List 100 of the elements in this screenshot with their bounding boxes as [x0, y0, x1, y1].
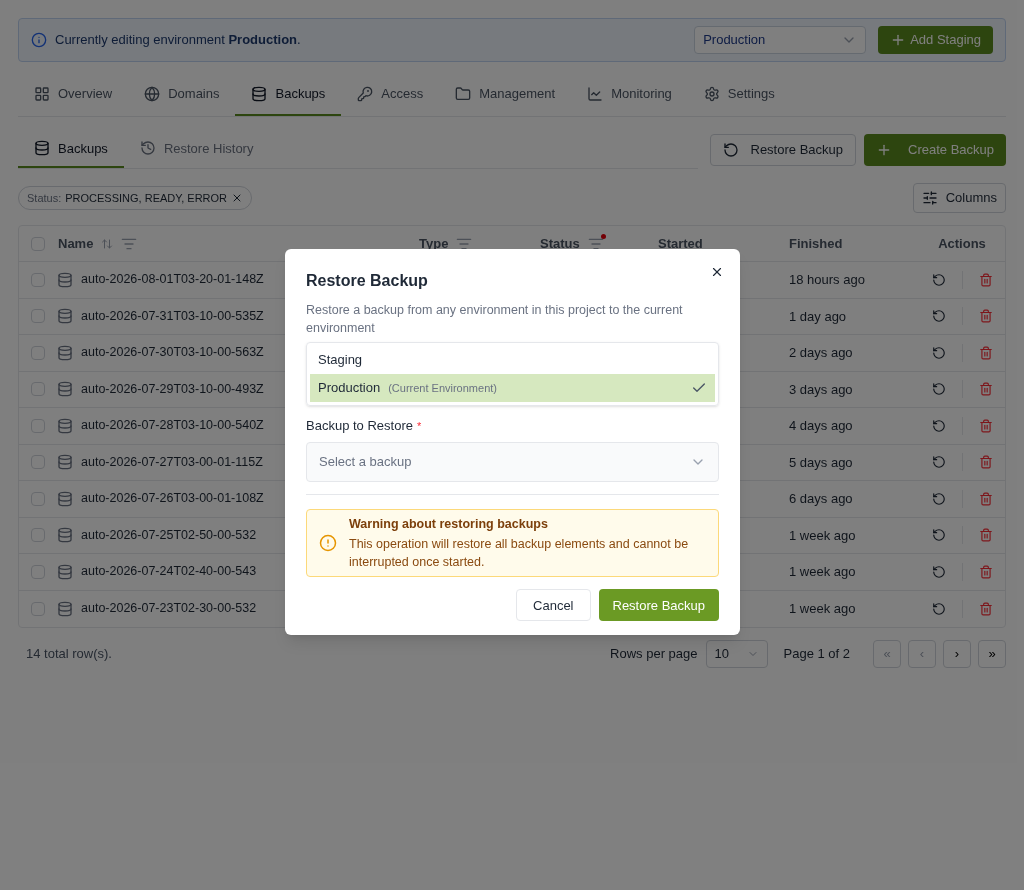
restore-icon: [722, 141, 739, 158]
warning-text: This operation will restore all backup elements and cannot be interrupted once started.: [349, 536, 690, 572]
history-icon: [139, 140, 156, 157]
create-backup-button[interactable]: Create Backup: [864, 133, 1006, 166]
backup-name: auto-2026-07-26T03-00-01-108Z: [81, 490, 264, 508]
finished-time: 18 hours ago: [789, 271, 866, 289]
column-header: Name: [58, 234, 94, 253]
finished-time: 1 week ago: [789, 563, 857, 581]
add-staging-button[interactable]: Add Staging: [878, 26, 993, 54]
warning-title: Warning about restoring backups: [349, 515, 549, 533]
backup-name: auto-2026-07-27T03-00-01-115Z: [81, 453, 263, 471]
restore-icon[interactable]: [931, 382, 946, 397]
info-icon: [31, 32, 47, 48]
sub-tab[interactable]: Restore History: [123, 130, 270, 168]
restore-icon[interactable]: [931, 418, 946, 433]
dialog-title: Restore Backup: [306, 271, 429, 291]
option-note: (Current Environment): [388, 380, 497, 396]
restore-icon[interactable]: [931, 455, 946, 470]
restore-icon[interactable]: [931, 601, 946, 616]
backup-name: auto-2026-08-01T03-20-01-148Z: [81, 271, 264, 289]
restore-icon[interactable]: [931, 564, 946, 579]
nav-tab[interactable]: Backups: [235, 74, 342, 116]
trash-icon[interactable]: [978, 272, 993, 287]
trash-icon[interactable]: [978, 564, 993, 579]
environment-option[interactable]: Staging: [310, 346, 715, 374]
finished-time: 5 days ago: [789, 453, 854, 472]
column-header: Status: [540, 234, 580, 253]
backup-name: auto-2026-07-23T02-30-00-532: [81, 600, 257, 618]
key-icon: [357, 85, 374, 102]
columns-button[interactable]: Columns: [912, 183, 1006, 213]
rows-per-page-select[interactable]: 10: [705, 640, 768, 668]
restore-icon[interactable]: [931, 309, 946, 324]
finished-time: 1 day ago: [789, 307, 848, 326]
database-icon: [57, 344, 73, 361]
page-indicator: Page 1 of 2: [783, 645, 850, 664]
next-page-button[interactable]: ›: [943, 640, 971, 668]
rows-per-page-label: Rows per page: [610, 645, 698, 664]
restore-icon[interactable]: [931, 272, 946, 287]
backup-name: auto-2026-07-30T03-10-00-563Z: [81, 344, 264, 362]
nav-tab[interactable]: Management: [439, 74, 572, 116]
restore-icon[interactable]: [931, 345, 946, 360]
finished-time: 4 days ago: [789, 417, 854, 435]
restore-icon[interactable]: [931, 528, 946, 543]
trash-icon[interactable]: [978, 528, 993, 543]
finished-time: 2 days ago: [789, 344, 854, 362]
line-chart-icon: [587, 85, 604, 102]
column-header: Started: [658, 234, 703, 253]
database-icon: [57, 381, 73, 398]
trash-icon[interactable]: [978, 455, 993, 470]
required-mark: *: [416, 418, 422, 434]
trash-icon[interactable]: [978, 345, 993, 360]
cancel-button[interactable]: Cancel: [516, 589, 591, 622]
total-rows: 14 total row(s).: [18, 644, 611, 664]
database-icon: [57, 417, 73, 434]
database-icon: [34, 140, 50, 157]
backup-name: auto-2026-07-31T03-10-00-535Z: [81, 307, 264, 325]
database-icon: [57, 308, 73, 325]
database-icon: [57, 563, 73, 580]
column-header: Actions: [938, 234, 986, 253]
sliders-icon: [921, 190, 938, 206]
database-icon: [57, 454, 73, 471]
nav-tab[interactable]: Overview: [18, 74, 129, 116]
close-icon[interactable]: [710, 265, 724, 279]
restore-icon[interactable]: [931, 491, 946, 506]
backup-name: auto-2026-07-24T02-40-00-543: [81, 563, 257, 581]
backup-select[interactable]: Select a backup: [306, 441, 719, 482]
environment-select[interactable]: Production: [694, 26, 867, 54]
backup-name: auto-2026-07-28T03-10-00-540Z: [81, 417, 264, 435]
trash-icon[interactable]: [978, 491, 993, 506]
settings-icon: [703, 85, 720, 102]
trash-icon[interactable]: [978, 601, 993, 616]
backup-name: auto-2026-07-25T02-50-00-532: [81, 526, 257, 544]
nav-tab[interactable]: Domains: [128, 74, 236, 116]
column-header: Finished: [789, 234, 843, 253]
sub-tab[interactable]: Backups: [18, 130, 124, 168]
dialog-description: Restore a backup from any environment in this project to the current environment: [306, 302, 684, 337]
nav-tab[interactable]: Access: [341, 74, 440, 116]
trash-icon[interactable]: [978, 382, 993, 397]
trash-icon[interactable]: [978, 418, 993, 433]
warning-icon: [319, 533, 337, 552]
filter-icon[interactable]: [587, 235, 604, 252]
finished-time: 1 week ago: [789, 526, 857, 545]
finished-time: 6 days ago: [789, 490, 854, 508]
database-icon: [57, 600, 73, 617]
restore-backup-button[interactable]: Restore Backup: [709, 133, 856, 166]
database-icon: [57, 527, 73, 544]
finished-time: 3 days ago: [789, 380, 854, 399]
environment-option[interactable]: Production (Current Environment): [310, 374, 715, 402]
sort-icon[interactable]: [101, 237, 114, 250]
database-icon: [251, 85, 268, 102]
folder-icon: [455, 85, 472, 102]
finished-time: 1 week ago: [789, 600, 857, 618]
nav-tab[interactable]: Settings: [687, 74, 791, 116]
filter-label: Status:: [27, 190, 62, 206]
nav-tab[interactable]: Monitoring: [571, 74, 688, 116]
restore-backup-button[interactable]: Restore Backup: [598, 589, 719, 622]
filter-value: PROCESSING, READY, ERROR: [65, 190, 228, 206]
banner-text: Currently editing environment Production.: [55, 31, 302, 50]
last-page-button[interactable]: »: [978, 640, 1006, 668]
trash-icon[interactable]: [978, 309, 993, 324]
